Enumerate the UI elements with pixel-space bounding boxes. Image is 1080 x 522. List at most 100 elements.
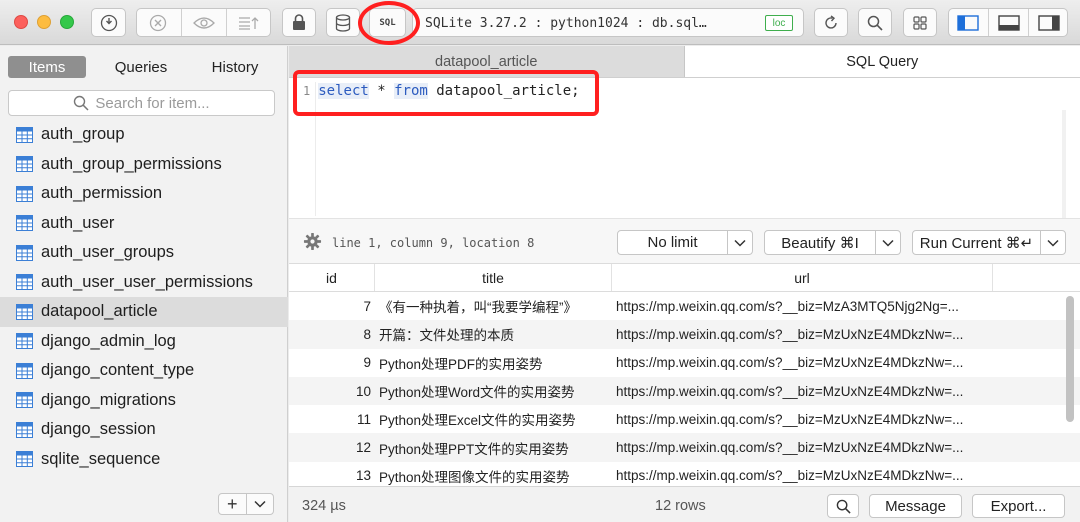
power-icon	[100, 14, 117, 31]
sidebar-item-label: auth_permission	[41, 184, 163, 203]
sidebar-item-table[interactable]: auth_group	[0, 120, 288, 150]
table-row[interactable]: 9 Python处理PDF的实用姿势 https://mp.weixin.qq.co…	[289, 349, 1080, 377]
cell-title[interactable]: Python处理图像文件的实用姿势	[375, 466, 612, 486]
preview-button[interactable]	[182, 8, 226, 37]
tab-history[interactable]: History	[196, 56, 274, 78]
cell-url[interactable]: https://mp.weixin.qq.com/s?__biz=MzUxNzE…	[612, 355, 993, 370]
gear-icon[interactable]	[303, 232, 322, 251]
column-header-url[interactable]: url	[612, 264, 993, 291]
add-menu-button[interactable]	[247, 494, 274, 514]
cell-url[interactable]: https://mp.weixin.qq.com/s?__biz=MzUxNzE…	[612, 384, 993, 399]
cell-id[interactable]: 9	[289, 355, 375, 370]
message-button[interactable]: Message	[869, 494, 962, 518]
chevron-down-icon	[1047, 239, 1059, 247]
table-header: id title url	[289, 264, 1080, 292]
line-number: 1	[303, 84, 311, 98]
sidebar-item-table[interactable]: auth_user	[0, 209, 288, 239]
toggle-right-panel-button[interactable]	[1029, 8, 1068, 37]
refresh-icon	[825, 14, 837, 29]
lock-button[interactable]	[282, 8, 316, 37]
tab-sql-query[interactable]: SQL Query	[685, 46, 1080, 77]
loc-badge: loc	[765, 15, 793, 31]
toggle-left-panel-button[interactable]	[948, 8, 988, 37]
cell-id[interactable]: 11	[289, 412, 375, 427]
search-button[interactable]	[858, 8, 892, 37]
table-row[interactable]: 11 Python处理Excel文件的实用姿势 https://mp.weixin.…	[289, 405, 1080, 433]
table-icon	[16, 303, 33, 320]
table-row[interactable]: 12 Python处理PPT文件的实用姿势 https://mp.weixin.qq…	[289, 433, 1080, 462]
run-control: Run Current ⌘↵	[912, 230, 1066, 255]
filter-search-button[interactable]	[827, 494, 859, 518]
sidebar-item-table[interactable]: auth_permission	[0, 179, 288, 209]
beautify-dropdown[interactable]	[875, 231, 900, 254]
sidebar-item-table[interactable]: django_session	[0, 415, 288, 445]
sql-icon: SQL	[379, 17, 396, 28]
grid-view-button[interactable]	[903, 8, 937, 37]
minimize-window-button[interactable]	[37, 15, 51, 29]
sort-button[interactable]	[227, 8, 271, 37]
cell-title[interactable]: Python处理Word文件的实用姿势	[375, 381, 612, 401]
stop-button[interactable]	[136, 8, 180, 37]
cell-title[interactable]: 《有一种执着，叫“我要学编程”》	[375, 296, 612, 316]
search-input[interactable]: Search for item...	[8, 90, 275, 116]
sidebar-item-table[interactable]: auth_group_permissions	[0, 150, 288, 180]
connection-status-text: SQLite 3.27.2 : python1024 : db.sql…	[425, 16, 707, 31]
export-button[interactable]: Export...	[972, 494, 1065, 518]
table-icon	[16, 215, 33, 232]
limit-dropdown[interactable]	[727, 231, 752, 254]
editor-gutter	[315, 82, 316, 216]
zoom-window-button[interactable]	[60, 15, 74, 29]
cell-url[interactable]: https://mp.weixin.qq.com/s?__biz=MzUxNzE…	[612, 440, 993, 455]
beautify-button[interactable]: Beautify ⌘I	[765, 234, 875, 252]
cell-id[interactable]: 12	[289, 440, 375, 455]
cell-id[interactable]: 7	[289, 299, 375, 314]
connect-button[interactable]	[91, 8, 126, 37]
sidebar: Items Queries History Search for item...…	[0, 46, 288, 522]
sidebar-item-table[interactable]: django_admin_log	[0, 327, 288, 357]
cell-url[interactable]: https://mp.weixin.qq.com/s?__biz=MzUxNzE…	[612, 327, 993, 342]
cell-url[interactable]: https://mp.weixin.qq.com/s?__biz=MzUxNzE…	[612, 412, 993, 427]
cell-title[interactable]: Python处理PPT文件的实用姿势	[375, 438, 612, 458]
cell-id[interactable]: 8	[289, 327, 375, 342]
table-row[interactable]: 13 Python处理图像文件的实用姿势 https://mp.weixin.qq.…	[289, 462, 1080, 486]
table-row[interactable]: 10 Python处理Word文件的实用姿势 https://mp.weixin.q…	[289, 376, 1080, 406]
sidebar-item-table[interactable]: datapool_article	[0, 297, 288, 327]
sidebar-item-table[interactable]: django_migrations	[0, 386, 288, 416]
grid-icon	[913, 15, 927, 30]
sql-query-button[interactable]: SQL	[369, 8, 406, 37]
tab-items[interactable]: Items	[8, 56, 86, 78]
run-current-button[interactable]: Run Current ⌘↵	[913, 234, 1040, 252]
table-row[interactable]: 8 开篇：文件处理的本质 https://mp.weixin.qq.com/s?__…	[289, 320, 1080, 349]
cell-url[interactable]: https://mp.weixin.qq.com/s?__biz=MzUxNzE…	[612, 468, 993, 483]
tab-datapool-article[interactable]: datapool_article	[289, 46, 685, 77]
database-button[interactable]	[326, 8, 360, 37]
column-header-id[interactable]: id	[289, 264, 375, 291]
add-button[interactable]: +	[219, 494, 247, 514]
bottom-panel-icon	[998, 14, 1020, 31]
cell-title[interactable]: Python处理Excel文件的实用姿势	[375, 409, 612, 429]
toggle-bottom-panel-button[interactable]	[989, 8, 1029, 37]
database-icon	[335, 13, 351, 32]
close-window-button[interactable]	[14, 15, 28, 29]
limit-select[interactable]: No limit	[617, 230, 753, 255]
cell-id[interactable]: 13	[289, 468, 375, 483]
table-row[interactable]: 7 《有一种执着，叫“我要学编程”》 https://mp.weixin.qq.co…	[289, 292, 1080, 320]
sql-editor[interactable]: 1 select * from datapool_article;	[289, 78, 1080, 250]
main-tabs: datapool_article SQL Query	[289, 46, 1080, 78]
sidebar-item-table[interactable]: auth_user_user_permissions	[0, 268, 288, 298]
cell-url[interactable]: https://mp.weixin.qq.com/s?__biz=MzA3MTQ…	[612, 299, 993, 314]
cell-title[interactable]: 开篇：文件处理的本质	[375, 324, 612, 344]
sidebar-item-table[interactable]: sqlite_sequence	[0, 445, 288, 475]
sidebar-item-table[interactable]: django_content_type	[0, 356, 288, 386]
results-scrollbar[interactable]	[1066, 296, 1074, 422]
sidebar-item-table[interactable]: auth_user_groups	[0, 238, 288, 268]
table-icon	[16, 244, 33, 261]
right-panel-icon	[1037, 14, 1060, 31]
column-header-title[interactable]: title	[375, 264, 612, 291]
run-dropdown[interactable]	[1040, 231, 1065, 254]
cell-title[interactable]: Python处理PDF的实用姿势	[375, 353, 612, 373]
refresh-button[interactable]	[814, 8, 848, 37]
cell-id[interactable]: 10	[289, 384, 375, 399]
tab-queries[interactable]: Queries	[100, 56, 182, 78]
keyword-select: select	[318, 83, 369, 99]
